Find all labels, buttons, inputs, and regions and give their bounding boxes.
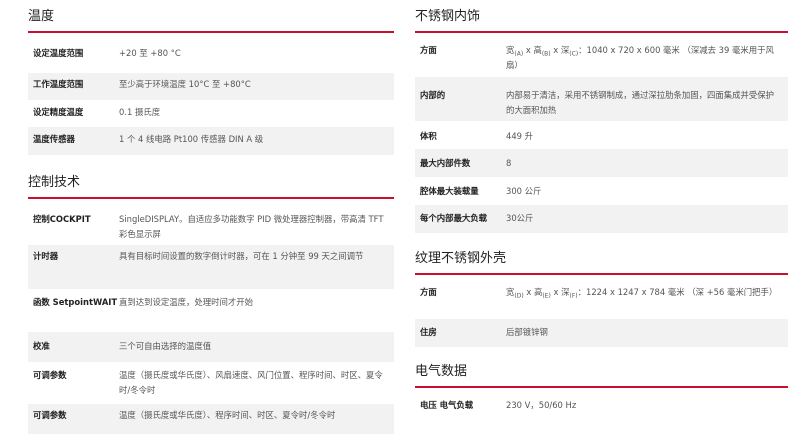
spec-label: 控制COCKPIT — [33, 214, 91, 224]
spec-row-setpoint-wait: 函数 SetpointWAIT 直到达到设定温度，处理时间才开始 — [28, 289, 394, 332]
spec-row-temp-sensor: 温度传感器 1 个 4 线电路 Pt100 传感器 DIN A 级 — [28, 127, 394, 155]
section-title-control-technology: 控制技术 — [28, 175, 81, 190]
spec-value: 230 V，50/60 Hz — [506, 400, 577, 410]
spec-label: 可调参数 — [33, 370, 67, 380]
spec-value: 8 — [506, 158, 512, 168]
spec-label: 住房 — [420, 327, 437, 337]
spec-label: 方面 — [420, 45, 437, 55]
spec-label: 校准 — [33, 341, 50, 351]
spec-value: 内部易于清洁，采用不锈钢制成，通过深拉肋条加固，四面集成并受保护的大面积加热 — [506, 90, 774, 115]
spec-row-max-shelves: 最大内部件数 8 — [415, 149, 788, 177]
section-title-temperature: 温度 — [28, 9, 55, 24]
spec-row-calibration: 校准 三个可自由选择的温度值 — [28, 332, 394, 362]
spec-label: 可调参数 — [33, 410, 67, 420]
spec-label: 计时器 — [33, 251, 59, 261]
section-title-stainless-interior: 不锈钢内饰 — [415, 9, 481, 24]
right-column: 不锈钢内饰 方面 宽(A) x 高(B) x 深(C)：1040 x 720 x… — [415, 0, 788, 418]
spec-row-adjustable-params: 可调参数 温度（摄氏度或华氏度）、风扇速度、风门位置、程序时间、时区、夏令时/冬… — [28, 362, 394, 404]
spec-label: 工作温度范围 — [33, 79, 84, 89]
spec-label: 最大内部件数 — [420, 158, 471, 168]
spec-value: 0.1 摄氏度 — [119, 107, 161, 117]
spec-label: 体积 — [420, 131, 437, 141]
spec-value: 宽(D) x 高(E) x 深(F)：1224 x 1247 x 784 毫米 … — [506, 287, 778, 300]
spec-label: 设定精度温度 — [33, 107, 84, 117]
spec-value: 直到达到设定温度，处理时间才开始 — [119, 297, 253, 307]
spec-label: 方面 — [420, 287, 437, 297]
spec-row-interior-dimensions: 方面 宽(A) x 高(B) x 深(C)：1040 x 720 x 600 毫… — [415, 33, 788, 77]
spec-row-interior: 内部的 内部易于清洁，采用不锈钢制成，通过深拉肋条加固，四面集成并受保护的大面积… — [415, 77, 788, 121]
spec-value: 温度（摄氏度或华氏度）、程序时间、时区、夏令时/冬令时 — [119, 410, 336, 420]
left-column: 温度 设定温度范围 +20 至 +80 °C 工作温度范围 至少高于环境温度 1… — [28, 0, 394, 434]
spec-row-set-temp-range: 设定温度范围 +20 至 +80 °C — [28, 46, 394, 73]
spec-value: 后部镀锌钢 — [506, 327, 548, 337]
spec-row-max-chamber-load: 腔体最大装载量 300 公斤 — [415, 177, 788, 205]
spec-value: 温度（摄氏度或华氏度）、风扇速度、风门位置、程序时间、时区、夏令时/冬令时 — [119, 370, 383, 395]
spec-value: 30公斤 — [506, 213, 534, 223]
spec-label: 设定温度范围 — [33, 48, 84, 58]
spec-label: 腔体最大装载量 — [420, 186, 479, 196]
spec-row-volume: 体积 449 升 — [415, 121, 788, 149]
section-title-textured-stainless-housing: 纹理不锈钢外壳 — [415, 251, 507, 266]
spec-label: 每个内部最大负载 — [420, 213, 487, 223]
spec-row-control-cockpit: 控制COCKPIT SingleDISPLAY。自适应多功能数字 PID 微处理… — [28, 199, 394, 245]
spec-row-housing: 住房 后部镀锌钢 — [415, 319, 788, 347]
spec-value: 449 升 — [506, 131, 534, 141]
spec-row-timer: 计时器 具有目标时间设置的数字倒计时器，可在 1 分钟至 99 天之间调节 — [28, 245, 394, 289]
spec-value: +20 至 +80 °C — [119, 48, 181, 58]
spec-label: 温度传感器 — [33, 134, 75, 144]
spec-value: 300 公斤 — [506, 186, 542, 196]
spec-value: 至少高于环境温度 10°C 至 +80°C — [119, 79, 251, 89]
spec-row-working-temp-range: 工作温度范围 至少高于环境温度 10°C 至 +80°C — [28, 73, 394, 100]
spec-label: 电压 电气负载 — [420, 400, 474, 410]
section-title-electrical-data: 电气数据 — [415, 364, 468, 379]
spec-value: 1 个 4 线电路 Pt100 传感器 DIN A 级 — [119, 134, 264, 144]
spec-label: 函数 SetpointWAIT — [33, 297, 118, 307]
spec-value: 宽(A) x 高(B) x 深(C)：1040 x 720 x 600 毫米 （… — [506, 45, 774, 70]
spec-value: 三个可自由选择的温度值 — [119, 341, 212, 351]
spec-label: 内部的 — [420, 90, 446, 100]
spec-value: SingleDISPLAY。自适应多功能数字 PID 微处理器控制器，带高清 T… — [119, 214, 384, 239]
spec-value: 具有目标时间设置的数字倒计时器，可在 1 分钟至 99 天之间调节 — [119, 251, 364, 261]
spec-row-adjustable-params-2: 可调参数 温度（摄氏度或华氏度）、程序时间、时区、夏令时/冬令时 — [28, 404, 394, 434]
spec-row-max-shelf-load: 每个内部最大负载 30公斤 — [415, 205, 788, 233]
spec-row-exterior-dimensions: 方面 宽(D) x 高(E) x 深(F)：1224 x 1247 x 784 … — [415, 275, 788, 319]
spec-row-set-precision: 设定精度温度 0.1 摄氏度 — [28, 100, 394, 127]
